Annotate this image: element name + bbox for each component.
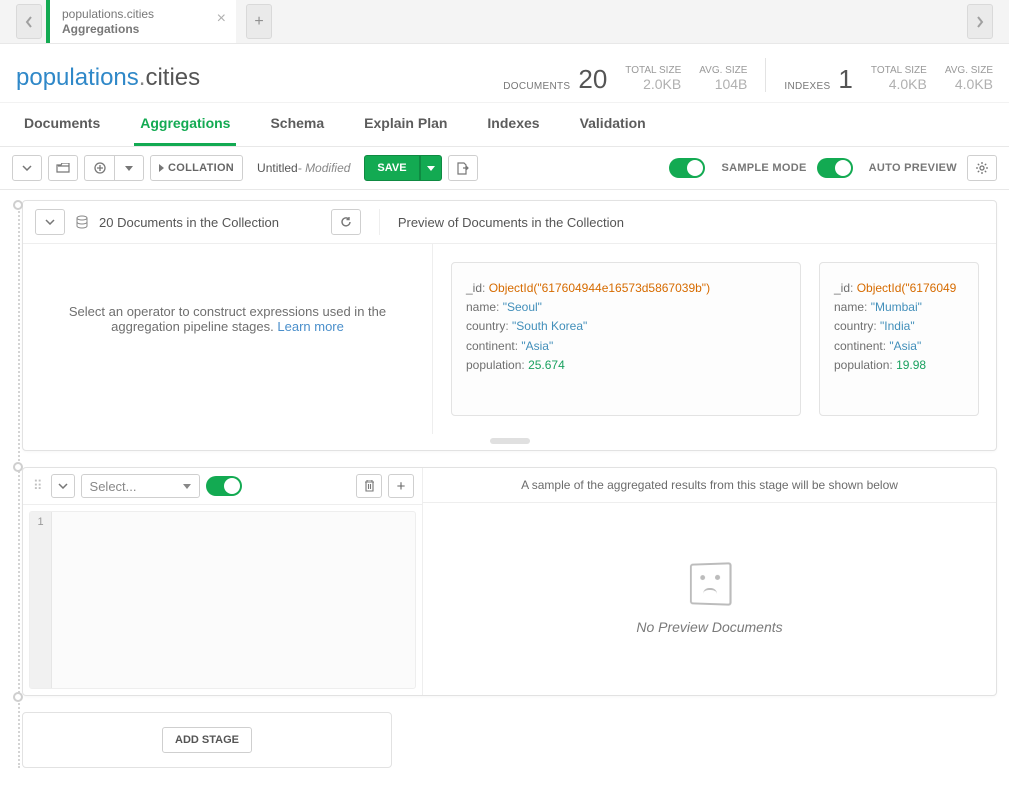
save-button[interactable]: SAVE (364, 155, 419, 181)
stage-enabled-toggle[interactable] (206, 476, 242, 496)
delete-stage-button[interactable] (356, 474, 382, 498)
preview-right-header: Preview of Documents in the Collection (398, 215, 624, 230)
pipeline-menu-button[interactable] (12, 155, 42, 181)
totalsize-value: 2.0KB (625, 76, 681, 92)
new-pipeline-button[interactable] (84, 155, 114, 181)
gear-icon (975, 161, 989, 175)
add-stage-after-button[interactable]: + (388, 474, 414, 498)
document-card: _id: ObjectId("6176049 name: "Mumbai" co… (819, 262, 979, 416)
window-tabbar: populations.cities Aggregations × + (0, 0, 1009, 44)
preview-header-text: 20 Documents in the Collection (99, 215, 279, 230)
tab-validation[interactable]: Validation (574, 103, 652, 146)
pipeline-gutter-dot (13, 200, 23, 210)
learn-more-link[interactable]: Learn more (277, 319, 343, 334)
trash-icon (364, 480, 375, 492)
idx-totalsize-value: 4.0KB (871, 76, 927, 92)
tab-title: populations.cities (62, 7, 154, 21)
caret-right-icon (159, 164, 164, 172)
no-preview-icon (689, 562, 731, 606)
plus-circle-icon (94, 162, 106, 174)
documents-label: DOCUMENTS (503, 81, 570, 92)
nav-back-button[interactable] (16, 4, 42, 39)
auto-preview-label: AUTO PREVIEW (869, 162, 957, 174)
collation-label: COLLATION (168, 162, 234, 174)
no-preview-text: No Preview Documents (636, 619, 782, 635)
main-tabs: Documents Aggregations Schema Explain Pl… (0, 102, 1009, 147)
chevron-left-icon (25, 16, 33, 28)
tab-indexes[interactable]: Indexes (481, 103, 545, 146)
collection-header: populations.cities DOCUMENTS 20 TOTAL SI… (0, 44, 1009, 102)
collection-stats: DOCUMENTS 20 TOTAL SIZE 2.0KB AVG. SIZE … (503, 58, 993, 92)
chevron-down-icon (22, 165, 32, 171)
preview-left-pane: Select an operator to construct expressi… (23, 244, 433, 434)
open-pipeline-button[interactable] (48, 155, 78, 181)
active-tab[interactable]: populations.cities Aggregations × (46, 0, 236, 43)
pipeline-gutter-dot (13, 462, 23, 472)
idx-avgsize-value: 4.0KB (945, 76, 993, 92)
stage-editor[interactable]: 1 (29, 511, 416, 689)
nav-forward-button[interactable] (967, 4, 993, 39)
folder-open-icon (56, 163, 70, 174)
document-card: _id: ObjectId("617604944e16573d5867039b"… (451, 262, 801, 416)
stage-preview-header: A sample of the aggregated results from … (423, 468, 996, 503)
caret-down-icon (125, 166, 133, 171)
settings-button[interactable] (967, 155, 997, 181)
pipeline-name: Untitled- Modified (249, 161, 358, 175)
refresh-icon (340, 216, 352, 228)
tab-schema[interactable]: Schema (264, 103, 330, 146)
sample-mode-label: SAMPLE MODE (721, 162, 806, 174)
auto-preview-toggle[interactable] (817, 158, 853, 178)
sample-mode-toggle[interactable] (669, 158, 705, 178)
namespace: populations.cities (16, 64, 200, 92)
drag-handle-icon[interactable]: ⠿ (31, 478, 45, 494)
chevron-down-icon (58, 483, 68, 489)
stage-operator-select[interactable]: Select... (81, 474, 201, 498)
collation-button[interactable]: COLLATION (150, 155, 243, 181)
stage-panel: ⠿ Select... + 1 (22, 467, 997, 696)
new-pipeline-dropdown[interactable] (114, 155, 144, 181)
chevron-down-icon (45, 219, 55, 225)
idx-avgsize-label: AVG. SIZE (945, 65, 993, 76)
avgsize-label: AVG. SIZE (699, 65, 747, 76)
pipeline-area: 20 Documents in the Collection Preview o… (0, 190, 1009, 788)
caret-down-icon (427, 166, 435, 171)
stage-select-placeholder: Select... (90, 479, 137, 494)
pipeline-gutter-dot (13, 692, 23, 702)
documents-count: 20 (578, 66, 607, 92)
preview-documents-list[interactable]: _id: ObjectId("617604944e16573d5867039b"… (433, 244, 996, 434)
pipeline-gutter-line (18, 204, 20, 768)
tab-aggregations[interactable]: Aggregations (134, 103, 236, 146)
export-pipeline-button[interactable] (448, 155, 478, 181)
export-icon (456, 162, 469, 175)
namespace-collection: cities (145, 64, 200, 91)
add-stage-button[interactable]: ADD STAGE (162, 727, 252, 753)
idx-totalsize-label: TOTAL SIZE (871, 65, 927, 76)
close-tab-icon[interactable]: × (217, 10, 226, 28)
stats-divider (765, 58, 766, 92)
namespace-db: populations (16, 64, 139, 91)
indexes-label: INDEXES (784, 81, 830, 92)
scroll-indicator[interactable] (490, 438, 530, 444)
indexes-count: 1 (838, 66, 852, 92)
new-tab-button[interactable]: + (246, 4, 272, 39)
collection-icon (75, 215, 89, 229)
collapse-preview-button[interactable] (35, 209, 65, 235)
tab-documents[interactable]: Documents (18, 103, 106, 146)
save-dropdown[interactable] (420, 155, 442, 181)
tab-subtitle: Aggregations (62, 22, 154, 36)
refresh-preview-button[interactable] (331, 209, 361, 235)
avgsize-value: 104B (699, 76, 747, 92)
preview-panel: 20 Documents in the Collection Preview o… (22, 200, 997, 451)
tab-explain-plan[interactable]: Explain Plan (358, 103, 453, 146)
editor-gutter: 1 (30, 512, 52, 688)
totalsize-label: TOTAL SIZE (625, 65, 681, 76)
add-stage-panel: ADD STAGE (22, 712, 392, 768)
aggregation-toolbar: COLLATION Untitled- Modified SAVE SAMPLE… (0, 147, 1009, 190)
collapse-stage-button[interactable] (51, 474, 75, 498)
caret-down-icon (183, 484, 191, 489)
chevron-right-icon (976, 16, 984, 28)
